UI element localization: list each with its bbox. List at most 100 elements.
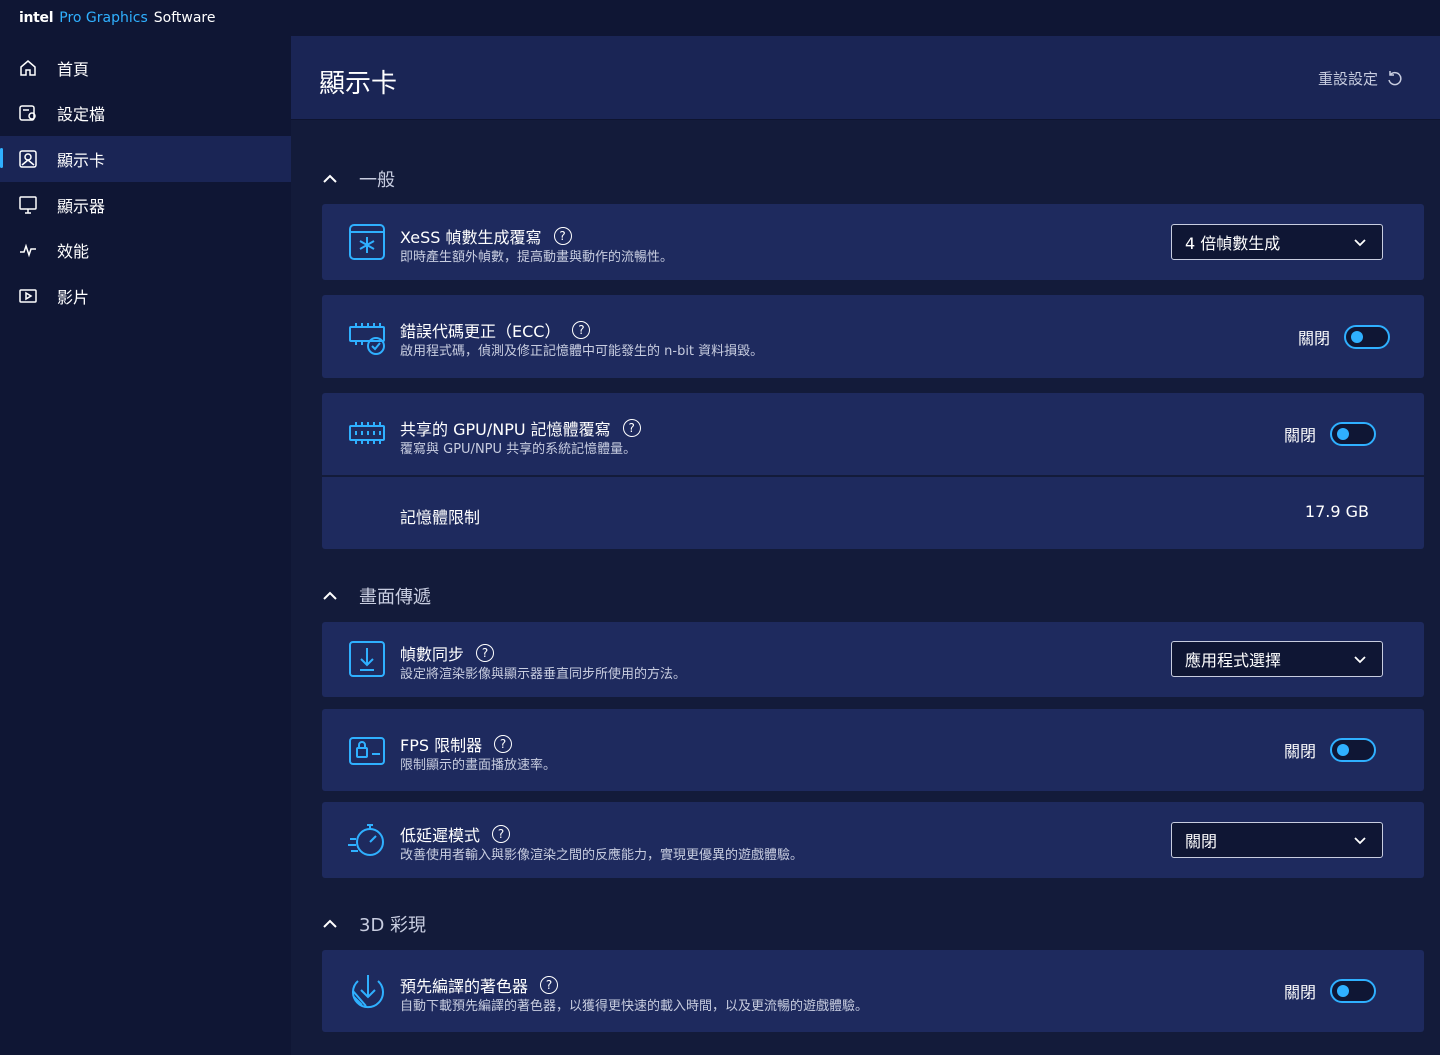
fps-limiter-description: 限制顯示的畫面播放速率。 bbox=[400, 758, 557, 773]
vsync-dropdown[interactable]: 應用程式選擇 bbox=[1171, 641, 1383, 677]
shader-card: 預先編譯的著色器 ? 自動下載預先編譯的著色器，以獲得更快速的載入時間，以及更流… bbox=[322, 950, 1424, 1032]
xess-icon bbox=[348, 223, 386, 261]
fps-limiter-toggle-group: 關閉 bbox=[1284, 738, 1377, 762]
reset-settings-label: 重設設定 bbox=[1317, 70, 1378, 88]
app-brand: intel bbox=[19, 10, 54, 26]
sidebar-item-label: 顯示器 bbox=[57, 196, 106, 216]
ecc-toggle-group: 關閉 bbox=[1298, 325, 1391, 349]
title-bar: intel Pro Graphics Software bbox=[0, 0, 1440, 36]
chevron-down-icon bbox=[1354, 837, 1366, 845]
ecc-title: 錯誤代碼更正（ECC） ? bbox=[400, 318, 591, 342]
shared-memory-toggle[interactable] bbox=[1330, 422, 1377, 446]
sidebar-item-home[interactable]: 首頁 bbox=[0, 45, 291, 91]
section-3d-header[interactable]: 3D 彩現 bbox=[321, 911, 426, 937]
sidebar-item-video[interactable]: 影片 bbox=[0, 273, 291, 319]
sidebar-item-graphics[interactable]: 顯示卡 bbox=[0, 136, 291, 182]
section-title: 一般 bbox=[359, 170, 395, 191]
fps-lock-icon bbox=[348, 732, 386, 770]
chevron-up-icon bbox=[323, 174, 337, 183]
xess-dropdown-value: 4 倍幀數生成 bbox=[1185, 234, 1281, 253]
performance-icon bbox=[18, 240, 38, 260]
sidebar-item-label: 影片 bbox=[57, 287, 90, 307]
shared-memory-toggle-group: 關閉 bbox=[1284, 422, 1377, 446]
low-latency-title: 低延遲模式 ? bbox=[400, 822, 511, 846]
memory-check-icon bbox=[348, 318, 386, 356]
chevron-down-icon bbox=[1354, 239, 1366, 247]
sidebar-item-profiles[interactable]: 設定檔 bbox=[0, 91, 291, 137]
reset-settings-button[interactable]: 重設設定 bbox=[1318, 68, 1404, 89]
vsync-card: 幀數同步 ? 設定將渲染影像與顯示器垂直同步所使用的方法。 應用程式選擇 bbox=[322, 622, 1424, 697]
section-title: 畫面傳遞 bbox=[359, 587, 431, 608]
shader-title-text: 預先編譯的著色器 bbox=[400, 977, 529, 996]
help-icon[interactable]: ? bbox=[572, 321, 591, 339]
shared-memory-toggle-label: 關閉 bbox=[1284, 426, 1317, 445]
shader-download-icon bbox=[348, 973, 386, 1011]
stopwatch-icon bbox=[348, 821, 386, 859]
sidebar-item-performance[interactable]: 效能 bbox=[0, 227, 291, 273]
graphics-icon bbox=[18, 149, 38, 169]
home-icon bbox=[18, 58, 38, 78]
shader-title: 預先編譯的著色器 ? bbox=[400, 973, 559, 997]
shader-toggle-group: 關閉 bbox=[1284, 979, 1377, 1003]
profile-icon bbox=[18, 103, 38, 123]
fps-limiter-title: FPS 限制器 ? bbox=[400, 732, 513, 756]
shader-description: 自動下載預先編譯的著色器，以獲得更快速的載入時間，以及更流暢的遊戲體驗。 bbox=[400, 999, 869, 1014]
sidebar-item-label: 顯示卡 bbox=[57, 150, 106, 170]
help-icon[interactable]: ? bbox=[540, 976, 559, 994]
page-title: 顯示卡 bbox=[319, 69, 398, 99]
vsync-icon bbox=[348, 640, 386, 678]
chevron-up-icon bbox=[323, 591, 337, 600]
help-icon[interactable]: ? bbox=[553, 227, 572, 245]
app-product: Pro Graphics bbox=[59, 10, 148, 26]
memory-icon bbox=[348, 415, 386, 453]
help-icon[interactable]: ? bbox=[492, 825, 511, 843]
main-content: 顯示卡 重設設定 一般 XeSS 幀數生成覆寫 ? 即時產生額外幀數，提高動畫與… bbox=[291, 36, 1440, 1055]
section-display-header[interactable]: 畫面傳遞 bbox=[321, 583, 431, 609]
shared-memory-description: 覆寫與 GPU/NPU 共享的系統記憶體量。 bbox=[400, 442, 637, 457]
sidebar-item-label: 首頁 bbox=[57, 59, 90, 79]
chevron-down-icon bbox=[1354, 656, 1366, 664]
help-icon[interactable]: ? bbox=[494, 735, 513, 753]
section-general-header[interactable]: 一般 bbox=[321, 166, 395, 192]
ecc-card: 錯誤代碼更正（ECC） ? 啟用程式碼，偵測及修正記憶體中可能發生的 n-bit… bbox=[322, 295, 1424, 378]
xess-title: XeSS 幀數生成覆寫 ? bbox=[400, 224, 572, 248]
section-title: 3D 彩現 bbox=[359, 915, 427, 936]
help-icon[interactable]: ? bbox=[622, 419, 641, 437]
xess-card: XeSS 幀數生成覆寫 ? 即時產生額外幀數，提高動畫與動作的流暢性。 4 倍幀… bbox=[322, 204, 1424, 280]
chevron-up-icon bbox=[323, 919, 337, 928]
card-divider bbox=[322, 475, 1424, 477]
sidebar-item-display[interactable]: 顯示器 bbox=[0, 182, 291, 228]
vsync-title-text: 幀數同步 bbox=[400, 645, 465, 664]
video-icon bbox=[18, 286, 38, 306]
low-latency-description: 改善使用者輸入與影像渲染之間的反應能力，實現更優異的遊戲體驗。 bbox=[400, 848, 804, 863]
ecc-toggle-label: 關閉 bbox=[1298, 329, 1331, 348]
ecc-description: 啟用程式碼，偵測及修正記憶體中可能發生的 n-bit 資料損毀。 bbox=[400, 344, 764, 359]
low-latency-title-text: 低延遲模式 bbox=[400, 826, 481, 845]
xess-dropdown[interactable]: 4 倍幀數生成 bbox=[1171, 224, 1383, 260]
vsync-title: 幀數同步 ? bbox=[400, 641, 495, 665]
low-latency-dropdown[interactable]: 關閉 bbox=[1171, 822, 1383, 858]
xess-title-text: XeSS 幀數生成覆寫 bbox=[400, 228, 542, 247]
shader-toggle-label: 關閉 bbox=[1284, 983, 1317, 1002]
ecc-title-text: 錯誤代碼更正（ECC） bbox=[400, 322, 561, 341]
fps-limiter-card: FPS 限制器 ? 限制顯示的畫面播放速率。 關閉 bbox=[322, 709, 1424, 791]
shared-memory-title: 共享的 GPU/NPU 記憶體覆寫 ? bbox=[400, 416, 641, 440]
app-suffix: Software bbox=[153, 10, 216, 26]
memory-limit-value: 17.9 GB bbox=[1304, 502, 1369, 521]
xess-description: 即時產生額外幀數，提高動畫與動作的流暢性。 bbox=[400, 250, 674, 265]
shared-memory-title-text: 共享的 GPU/NPU 記憶體覆寫 bbox=[400, 420, 611, 439]
shared-memory-card: 共享的 GPU/NPU 記憶體覆寫 ? 覆寫與 GPU/NPU 共享的系統記憶體… bbox=[322, 393, 1424, 549]
display-icon bbox=[18, 195, 38, 215]
shader-toggle[interactable] bbox=[1330, 979, 1377, 1003]
fps-limiter-toggle[interactable] bbox=[1330, 738, 1377, 762]
fps-limiter-toggle-label: 關閉 bbox=[1284, 742, 1317, 761]
vsync-dropdown-value: 應用程式選擇 bbox=[1185, 651, 1282, 670]
help-icon[interactable]: ? bbox=[476, 644, 495, 662]
ecc-toggle[interactable] bbox=[1344, 325, 1391, 349]
sidebar: 首頁 設定檔 顯示卡 顯示器 效能 影片 bbox=[0, 36, 291, 1055]
fps-limiter-title-text: FPS 限制器 bbox=[400, 736, 483, 755]
sidebar-item-label: 效能 bbox=[57, 242, 90, 262]
page-header: 顯示卡 重設設定 bbox=[291, 36, 1440, 120]
low-latency-card: 低延遲模式 ? 改善使用者輸入與影像渲染之間的反應能力，實現更優異的遊戲體驗。 … bbox=[322, 802, 1424, 878]
reset-icon bbox=[1388, 70, 1402, 85]
